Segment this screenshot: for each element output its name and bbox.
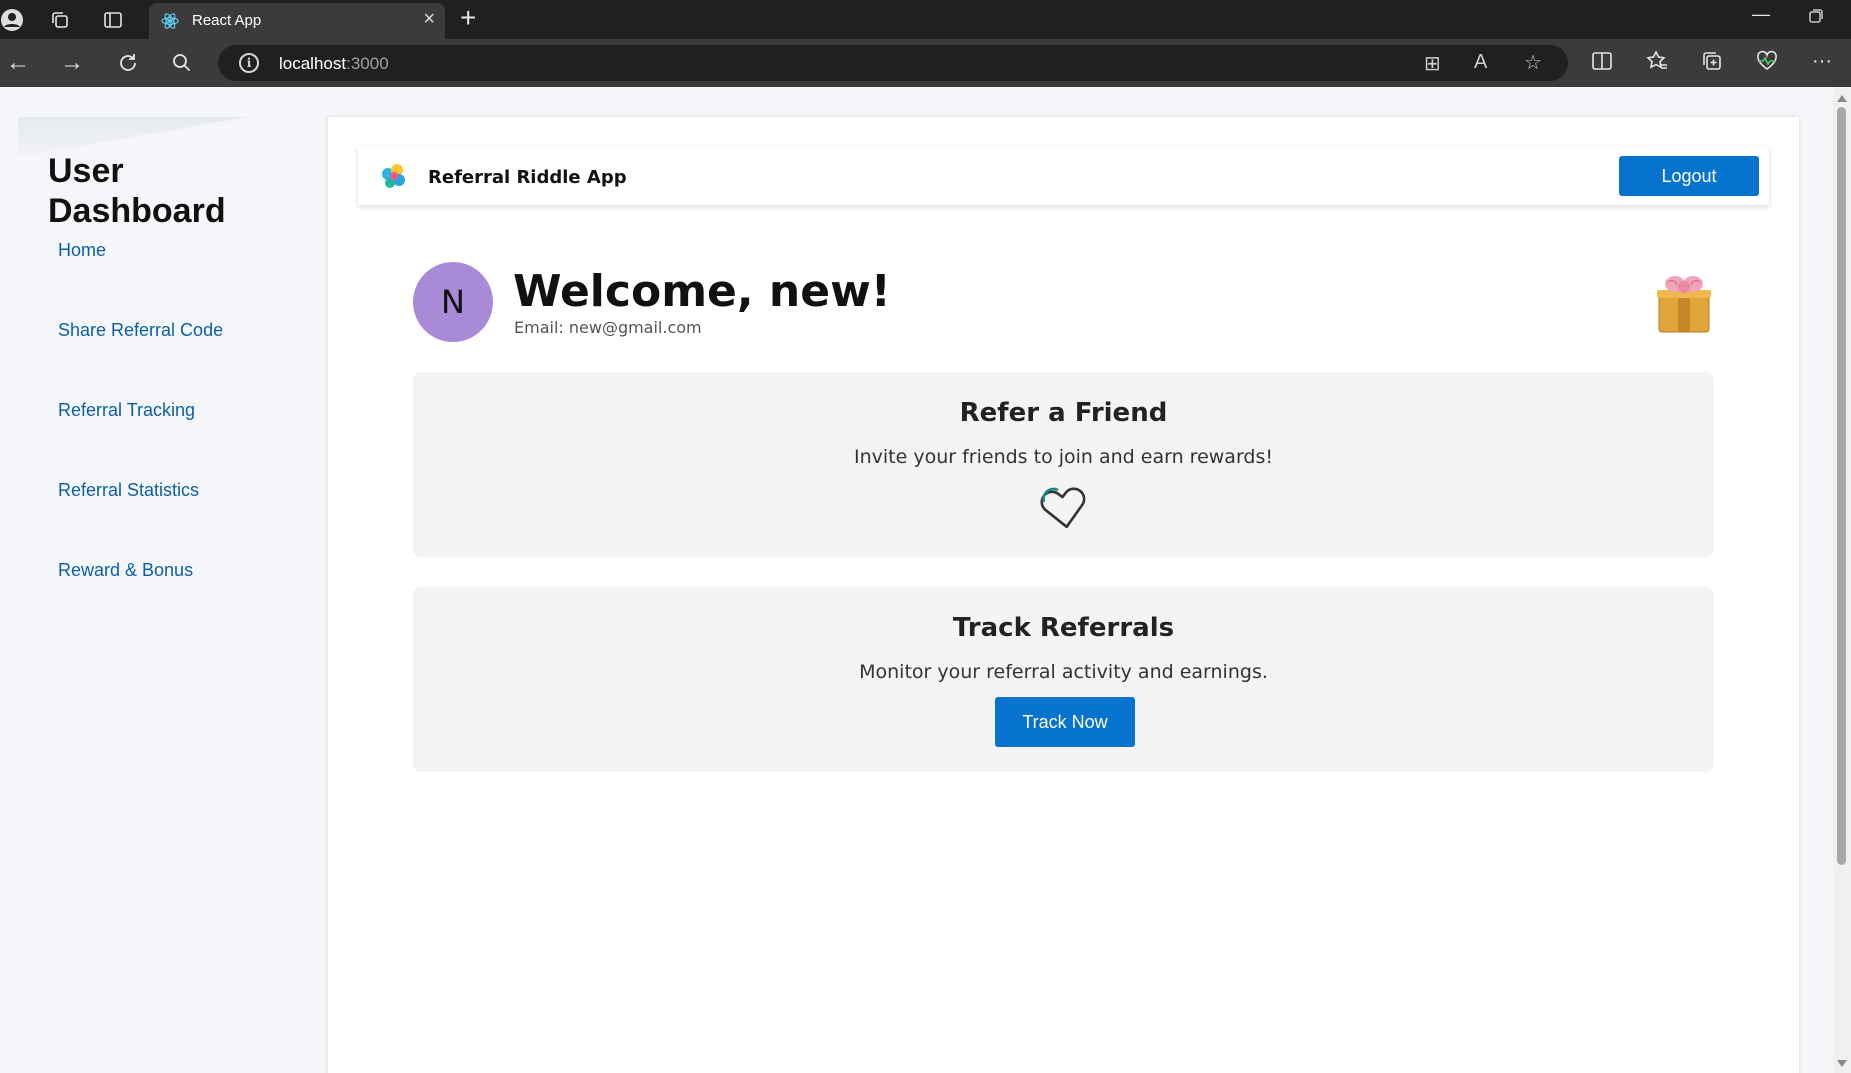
new-tab-icon[interactable]: + [460, 2, 476, 34]
browser-toolbar: ← → i localhost:3000 ⊞ A ☆ ··· [0, 39, 1851, 87]
track-referrals-card: Track Referrals Monitor your referral ac… [413, 587, 1714, 772]
card-title: Track Referrals [952, 613, 1175, 643]
favorites-icon[interactable] [1646, 50, 1668, 78]
main-content: Referral Riddle App Logout N Welcome, ne… [328, 117, 1799, 1073]
more-menu-icon[interactable]: ··· [1812, 50, 1832, 73]
sidebar: User Dashboard Home Share Referral Code … [0, 87, 320, 1073]
scroll-down-icon[interactable] [1837, 1060, 1847, 1067]
read-aloud-icon[interactable]: A [1474, 51, 1487, 74]
page-viewport: User Dashboard Home Share Referral Code … [0, 87, 1851, 1073]
sidebar-item-reward-bonus[interactable]: Reward & Bonus [58, 560, 193, 581]
forward-icon[interactable]: → [58, 49, 86, 77]
scroll-up-icon[interactable] [1837, 95, 1847, 102]
user-email: Email: new@gmail.com [514, 318, 702, 337]
collections-icon[interactable] [1701, 50, 1723, 78]
split-screen-icon[interactable] [1591, 50, 1613, 78]
browser-tab-bar: React App × + — [0, 0, 1851, 39]
browser-essentials-icon[interactable] [1756, 50, 1778, 78]
url-text[interactable]: localhost:3000 [279, 54, 389, 74]
sidebar-item-referral-tracking[interactable]: Referral Tracking [58, 400, 195, 421]
workspaces-icon[interactable] [48, 8, 72, 32]
refer-friend-card: Refer a Friend Invite your friends to jo… [413, 372, 1714, 557]
minimize-icon[interactable]: — [1752, 4, 1770, 25]
site-info-icon[interactable]: i [239, 53, 259, 73]
sidebar-item-share-referral-code[interactable]: Share Referral Code [58, 320, 223, 341]
restore-icon[interactable] [1808, 8, 1824, 29]
refresh-icon[interactable] [114, 49, 142, 77]
search-icon[interactable] [168, 49, 196, 77]
app-name: Referral Riddle App [428, 167, 627, 188]
card-text: Invite your friends to join and earn rew… [854, 446, 1273, 468]
card-text: Monitor your referral activity and earni… [859, 661, 1268, 683]
tab-actions-icon[interactable] [101, 8, 125, 32]
app-header: Referral Riddle App Logout [358, 147, 1769, 205]
react-icon [161, 13, 179, 29]
address-bar[interactable]: i localhost:3000 ⊞ A ☆ [218, 45, 1568, 81]
scrollbar-thumb[interactable] [1837, 107, 1846, 865]
heart-outline-icon[interactable] [1038, 484, 1090, 530]
welcome-heading: Welcome, new! [513, 266, 891, 317]
gift-icon [1657, 276, 1711, 333]
close-tab-icon[interactable]: × [423, 8, 435, 31]
sidebar-item-home[interactable]: Home [58, 240, 106, 261]
card-title: Refer a Friend [959, 398, 1168, 428]
favorite-star-icon[interactable]: ☆ [1524, 50, 1542, 75]
track-now-button[interactable]: Track Now [995, 697, 1135, 747]
tab-title: React App [192, 12, 262, 29]
profile-icon[interactable] [0, 8, 24, 32]
url-port: :3000 [346, 54, 389, 73]
browser-tab[interactable]: React App × [149, 3, 445, 39]
sidebar-title: User Dashboard [48, 152, 226, 230]
app-available-icon[interactable]: ⊞ [1424, 51, 1441, 76]
logout-button[interactable]: Logout [1619, 156, 1759, 196]
app-logo-icon [382, 164, 405, 188]
back-icon[interactable]: ← [4, 49, 32, 77]
url-host: localhost [279, 54, 347, 73]
sidebar-item-referral-statistics[interactable]: Referral Statistics [58, 480, 199, 501]
avatar: N [413, 262, 493, 342]
page-scrollbar[interactable] [1833, 87, 1851, 1073]
